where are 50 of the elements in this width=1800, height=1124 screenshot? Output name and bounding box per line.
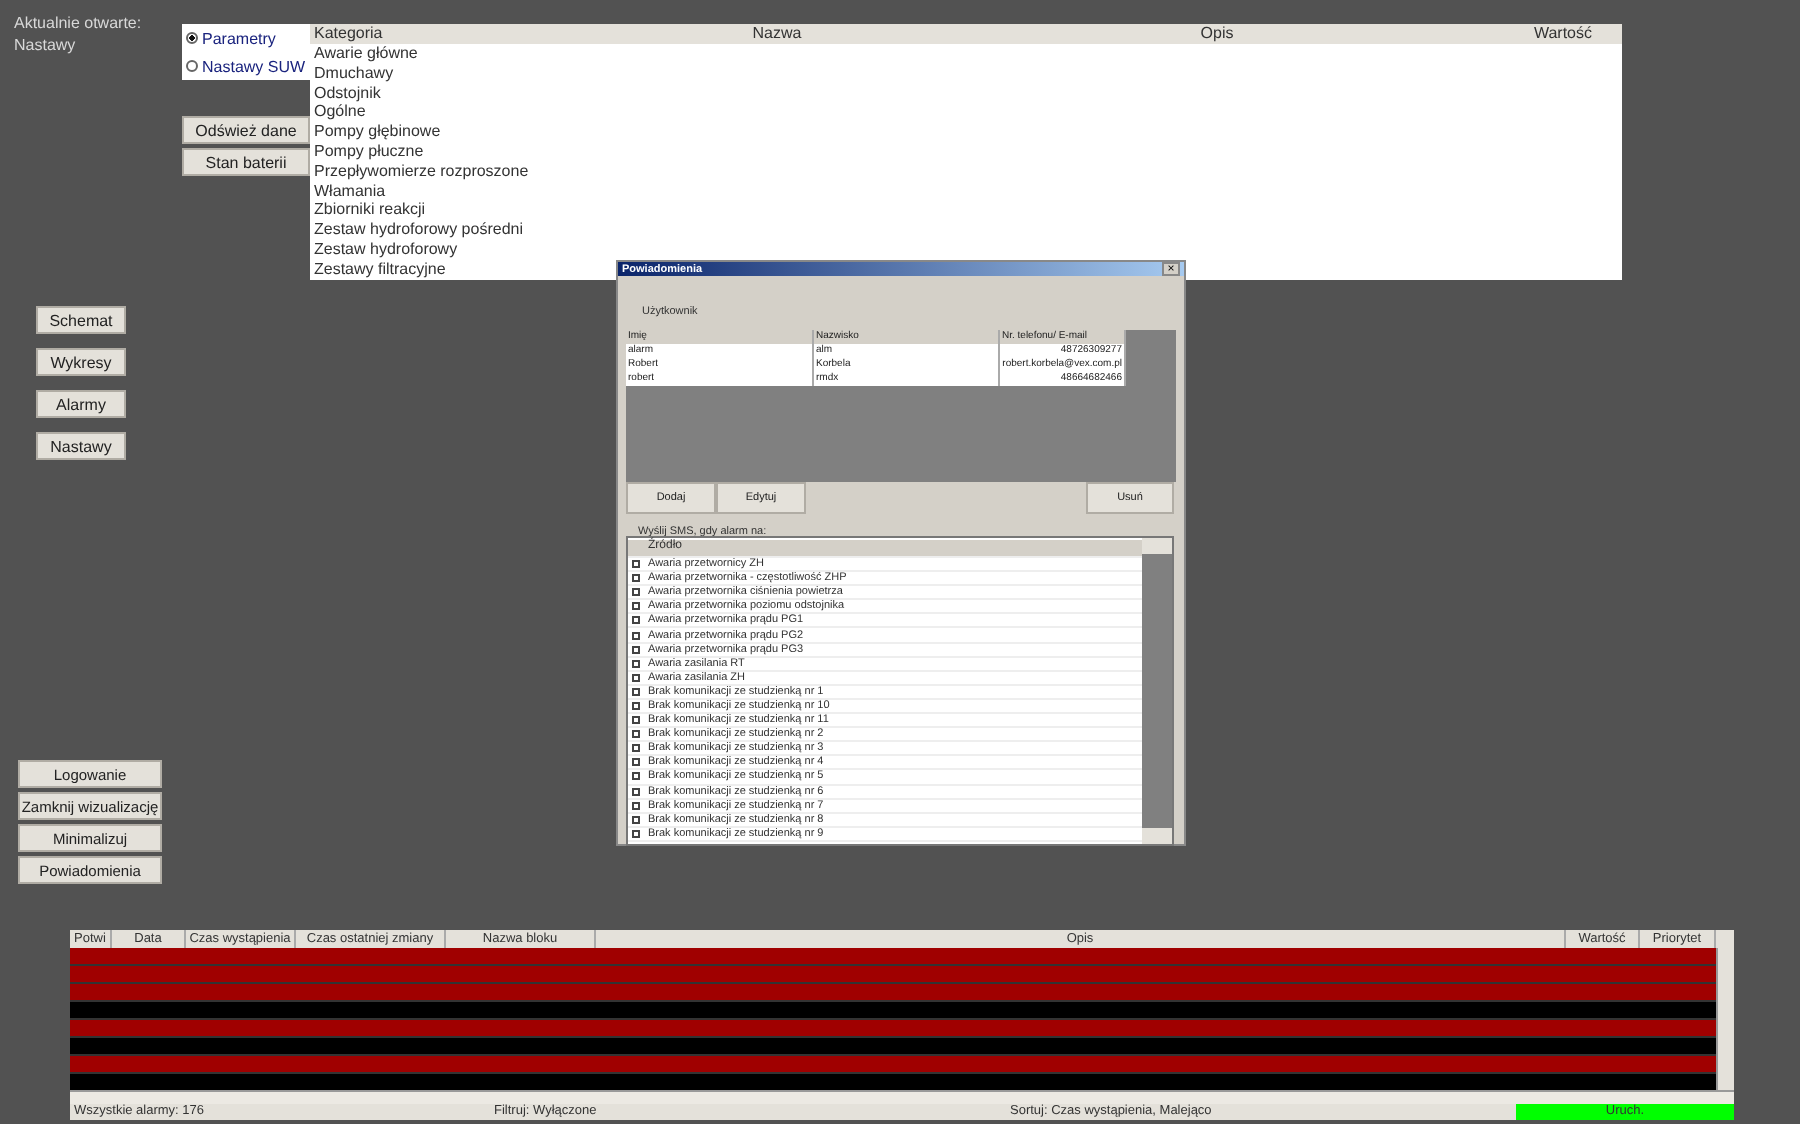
checkbox[interactable]: [632, 801, 640, 810]
checkbox[interactable]: [632, 687, 640, 696]
column-header[interactable]: Nazwa: [620, 24, 930, 44]
checkbox[interactable]: [632, 673, 640, 682]
checkbox[interactable]: [632, 588, 640, 597]
checkbox[interactable]: [632, 772, 640, 781]
checkbox[interactable]: [632, 787, 640, 796]
category-item[interactable]: Zestawy filtracyjne: [310, 259, 446, 280]
checkbox[interactable]: [632, 701, 640, 710]
checkbox[interactable]: [632, 560, 640, 569]
category-item[interactable]: Odstojnik: [310, 83, 381, 103]
category-item[interactable]: Pompy głębinowe: [310, 122, 441, 142]
mode-label: Nastawy SUW: [202, 57, 306, 75]
opened-label: Aktualnie otwarte:: [14, 14, 144, 32]
category-item[interactable]: Włamania: [310, 181, 386, 201]
opened-value: Nastawy: [14, 36, 78, 54]
category-item[interactable]: Zestaw hydroforowy: [310, 239, 458, 260]
category-item[interactable]: Awarie główne: [310, 44, 418, 64]
nav-button[interactable]: Wykresy: [36, 348, 126, 376]
radio-button[interactable]: [186, 60, 198, 72]
category-item[interactable]: Zbiorniki reakcji: [310, 200, 426, 221]
action-button[interactable]: Odśwież dane: [182, 116, 310, 144]
nav-button[interactable]: Alarmy: [36, 390, 126, 418]
column-header[interactable]: Wartość: [1500, 24, 1622, 44]
checkbox[interactable]: [632, 602, 640, 611]
checkbox[interactable]: [632, 730, 640, 739]
radio-button[interactable]: [186, 32, 198, 44]
nav-button[interactable]: Nastawy: [36, 432, 126, 460]
mode-label: Parametry: [202, 29, 276, 47]
checkbox[interactable]: [632, 758, 640, 767]
checkbox[interactable]: [632, 616, 640, 625]
checkbox[interactable]: [632, 574, 640, 583]
category-item[interactable]: Ogólne: [310, 102, 366, 123]
category-item[interactable]: Przepływomierze rozproszone: [310, 161, 529, 182]
column-header[interactable]: Opis: [930, 24, 1500, 44]
category-item[interactable]: Pompy płuczne: [310, 141, 424, 162]
checkbox[interactable]: [632, 716, 640, 725]
category-item[interactable]: Zestaw hydroforowy pośredni: [310, 220, 523, 240]
vertical-scrollbar[interactable]: [1142, 538, 1172, 844]
checkbox[interactable]: [632, 829, 640, 838]
action-button[interactable]: Stan baterii: [182, 148, 310, 176]
checkbox[interactable]: [632, 659, 640, 668]
checkbox[interactable]: [632, 631, 640, 640]
horizontal-scrollbar[interactable]: [70, 1090, 1734, 1104]
checkbox[interactable]: [632, 645, 640, 654]
category-item[interactable]: Dmuchawy: [310, 63, 394, 84]
checkbox[interactable]: [632, 815, 640, 824]
nav-button[interactable]: Schemat: [36, 306, 126, 334]
column-header[interactable]: Kategoria: [310, 24, 620, 44]
checkbox[interactable]: [632, 744, 640, 753]
